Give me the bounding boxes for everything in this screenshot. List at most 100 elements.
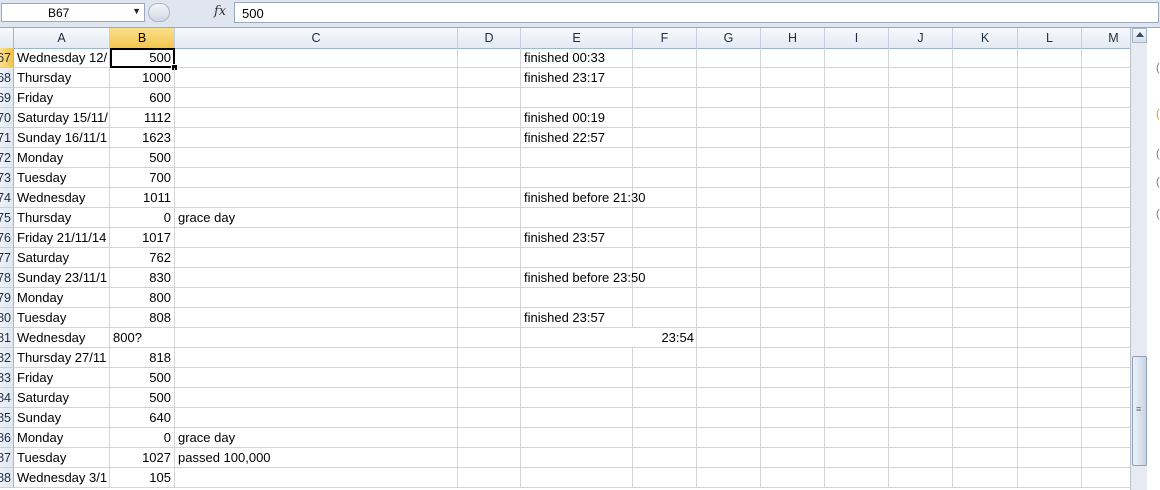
cell-f[interactable] [633, 168, 697, 188]
cell-d[interactable] [458, 108, 521, 128]
cell-f[interactable] [633, 108, 697, 128]
cell-c[interactable] [175, 228, 458, 248]
cell-d[interactable] [458, 468, 521, 488]
cell-i[interactable] [825, 288, 889, 308]
cell-h[interactable] [761, 208, 825, 228]
cell-f[interactable] [633, 128, 697, 148]
cell-m[interactable] [1082, 88, 1130, 108]
scrollbar-thumb[interactable]: ≡ [1132, 356, 1147, 466]
cell-k[interactable] [953, 368, 1018, 388]
cell-f[interactable] [633, 248, 697, 268]
cell-b[interactable]: 1017 [110, 228, 175, 248]
cell-l[interactable] [1018, 288, 1082, 308]
cell-l[interactable] [1018, 468, 1082, 488]
cell-f[interactable] [633, 468, 697, 488]
cell-d[interactable] [458, 408, 521, 428]
cell-f[interactable] [633, 288, 697, 308]
cell-g[interactable] [697, 88, 761, 108]
cell-b[interactable]: 762 [110, 248, 175, 268]
cell-l[interactable] [1018, 348, 1082, 368]
cell-l[interactable] [1018, 248, 1082, 268]
cell-k[interactable] [953, 128, 1018, 148]
cell-k[interactable] [953, 308, 1018, 328]
cell-m[interactable] [1082, 168, 1130, 188]
cell-a[interactable]: Tuesday [14, 168, 110, 188]
cell-j[interactable] [889, 328, 953, 348]
cell-d[interactable] [458, 388, 521, 408]
cell-c[interactable] [175, 88, 458, 108]
cell-a[interactable]: Wednesday [14, 328, 110, 348]
cell-e[interactable] [521, 428, 633, 448]
cell-m[interactable] [1082, 328, 1130, 348]
cell-m[interactable] [1082, 68, 1130, 88]
cell-a[interactable]: Sunday 16/11/1 [14, 128, 110, 148]
cell-i[interactable] [825, 348, 889, 368]
cell-i[interactable] [825, 168, 889, 188]
cell-j[interactable] [889, 48, 953, 68]
cell-c[interactable] [175, 48, 458, 68]
cell-f[interactable] [633, 88, 697, 108]
cell-i[interactable] [825, 388, 889, 408]
cell-d[interactable] [458, 228, 521, 248]
cell-j[interactable] [889, 108, 953, 128]
cell-e[interactable] [521, 168, 633, 188]
column-header-f[interactable]: F [633, 28, 697, 48]
cell-g[interactable] [697, 148, 761, 168]
column-header-a[interactable]: A [14, 28, 110, 48]
cell-i[interactable] [825, 148, 889, 168]
cell-h[interactable] [761, 328, 825, 348]
cell-f[interactable] [633, 328, 697, 348]
cell-k[interactable] [953, 228, 1018, 248]
column-header-g[interactable]: G [697, 28, 761, 48]
cell-j[interactable] [889, 208, 953, 228]
row-header[interactable]: 85 [0, 408, 14, 428]
cell-j[interactable] [889, 68, 953, 88]
cell-d[interactable] [458, 288, 521, 308]
cell-c[interactable] [175, 188, 458, 208]
cell-f[interactable] [633, 48, 697, 68]
cell-k[interactable] [953, 168, 1018, 188]
cell-f[interactable] [633, 228, 697, 248]
cell-l[interactable] [1018, 188, 1082, 208]
cell-g[interactable] [697, 48, 761, 68]
cell-e[interactable] [521, 208, 633, 228]
cell-g[interactable] [697, 228, 761, 248]
row-header[interactable]: 82 [0, 348, 14, 368]
cell-i[interactable] [825, 188, 889, 208]
cell-k[interactable] [953, 88, 1018, 108]
cell-i[interactable] [825, 428, 889, 448]
cell-f[interactable] [633, 348, 697, 368]
cell-i[interactable] [825, 328, 889, 348]
cell-i[interactable] [825, 48, 889, 68]
cell-i[interactable] [825, 108, 889, 128]
cell-g[interactable] [697, 428, 761, 448]
cell-g[interactable] [697, 248, 761, 268]
cell-d[interactable] [458, 68, 521, 88]
cell-g[interactable] [697, 468, 761, 488]
cell-j[interactable] [889, 428, 953, 448]
cell-c[interactable] [175, 408, 458, 428]
cell-i[interactable] [825, 408, 889, 428]
cell-g[interactable] [697, 268, 761, 288]
cell-g[interactable] [697, 208, 761, 228]
cell-a[interactable]: Saturday [14, 388, 110, 408]
cell-h[interactable] [761, 48, 825, 68]
cell-f[interactable] [633, 308, 697, 328]
cell-k[interactable] [953, 248, 1018, 268]
cell-h[interactable] [761, 68, 825, 88]
row-header[interactable]: 75 [0, 208, 14, 228]
cell-a[interactable]: Thursday [14, 208, 110, 228]
cell-a[interactable]: Sunday 23/11/1 [14, 268, 110, 288]
cell-l[interactable] [1018, 268, 1082, 288]
cell-f[interactable] [633, 148, 697, 168]
cell-h[interactable] [761, 148, 825, 168]
cell-l[interactable] [1018, 408, 1082, 428]
cell-m[interactable] [1082, 348, 1130, 368]
cell-b[interactable]: 500 [110, 368, 175, 388]
cell-m[interactable] [1082, 248, 1130, 268]
cell-m[interactable] [1082, 428, 1130, 448]
column-header-i[interactable]: I [825, 28, 889, 48]
cell-j[interactable] [889, 448, 953, 468]
cell-k[interactable] [953, 448, 1018, 468]
cell-j[interactable] [889, 308, 953, 328]
